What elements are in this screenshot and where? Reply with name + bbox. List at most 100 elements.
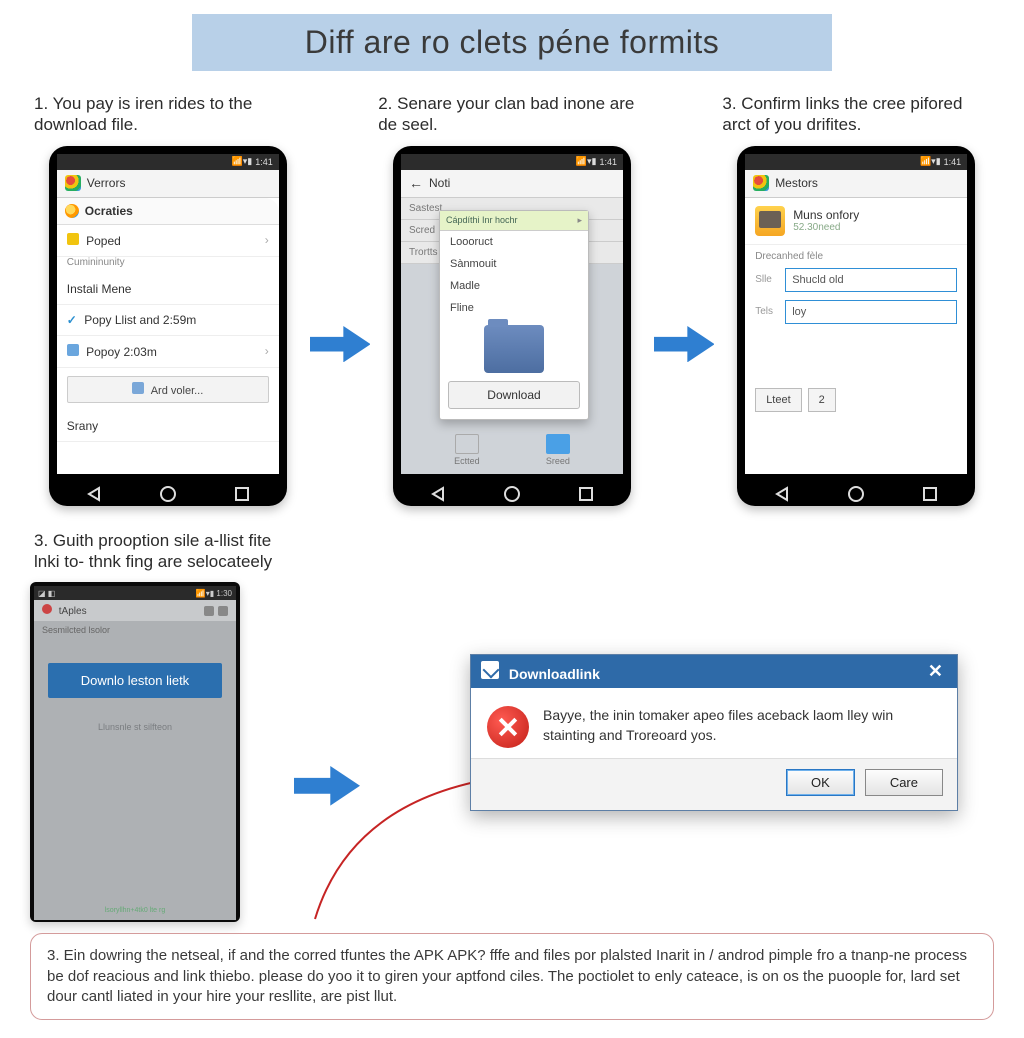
- arrow-right-icon: [654, 326, 715, 362]
- status-time: 1:41: [599, 157, 617, 167]
- appbar: Verrors: [57, 170, 279, 198]
- tiny-link[interactable]: lsoryllhn+4tk0 lte rg: [34, 907, 236, 914]
- dialog-title: Downloadlink: [509, 666, 600, 682]
- folder-icon: [546, 434, 570, 454]
- list-item[interactable]: Popoy 2:03m ›: [57, 336, 279, 368]
- download-link-button[interactable]: Downlo leston lietk: [48, 663, 222, 698]
- popup-title: Cápdíthi Inr hochr: [446, 215, 518, 226]
- list-item[interactable]: Poped ›: [57, 225, 279, 257]
- popup-option[interactable]: Madle: [440, 275, 588, 297]
- download-popup: Cápdíthi Inr hochr ▸ Loooruct Sànmouit M…: [439, 210, 589, 420]
- wifi-icon: 📶▾▮: [576, 156, 597, 167]
- item-sublabel: Cumininunity: [57, 257, 279, 274]
- nav-home-icon[interactable]: [847, 485, 865, 503]
- page-button[interactable]: 2: [808, 388, 836, 412]
- more-icon[interactable]: [218, 606, 228, 616]
- list-item[interactable]: Srany: [57, 411, 279, 442]
- tab-label: Sreed: [546, 456, 570, 466]
- close-icon[interactable]: ▸: [577, 215, 582, 226]
- page-title: Diff are ro clets péne formits: [192, 14, 832, 71]
- step3-caption: 3. Confirm links the cree pifored arct o…: [722, 93, 990, 136]
- appbar: Mestors: [745, 170, 967, 198]
- step1-caption: 1. You pay is iren rides to the download…: [34, 93, 302, 136]
- file-icon: [455, 434, 479, 454]
- error-icon: [487, 706, 529, 748]
- list-item[interactable]: ✓ Popy Llist and 2:59m: [57, 305, 279, 336]
- small-label: Sesmilcted lsolor: [34, 621, 236, 639]
- user-icon: [132, 382, 144, 394]
- care-button[interactable]: Care: [865, 769, 943, 796]
- field-input-2[interactable]: [785, 300, 957, 324]
- section-title: Ocraties: [85, 204, 133, 218]
- toolbar-title: tAples: [59, 606, 87, 617]
- field-label: Slle: [755, 274, 779, 285]
- list-item[interactable]: Instali Mene: [57, 274, 279, 305]
- field-input-1[interactable]: [785, 268, 957, 292]
- globe-icon: [65, 204, 79, 218]
- statusbar: 📶▾▮ 1:41: [401, 154, 623, 170]
- appbar: ← Noti: [401, 170, 623, 198]
- toolbar: tAples: [34, 600, 236, 621]
- chevron-right-icon: ›: [265, 344, 269, 358]
- step2-caption: 2. Senare your clan bad inone are de see…: [378, 93, 646, 136]
- step4-caption: 3. Guith prooption sile a-llist fite lnk…: [34, 530, 286, 573]
- refresh-icon: [67, 344, 79, 356]
- file-header: Muns onfory 52.30need: [745, 198, 967, 245]
- error-dialog: Downloadlink ✕ Bayye, the inin tomaker a…: [470, 654, 958, 811]
- app-title: Mestors: [775, 176, 818, 190]
- nav-back-icon[interactable]: [773, 485, 791, 503]
- arrow-right-icon: [310, 326, 371, 362]
- app-title: Noti: [429, 176, 450, 190]
- app-logo-icon: [65, 175, 81, 191]
- android-navbar[interactable]: [57, 474, 279, 514]
- tab-saved[interactable]: Sreed: [546, 434, 570, 466]
- back-icon[interactable]: ←: [409, 175, 423, 191]
- tab-label: Ectted: [454, 456, 480, 466]
- add-button[interactable]: Ard voler...: [67, 376, 269, 403]
- nav-back-icon[interactable]: [429, 485, 447, 503]
- field-label: Tels: [755, 306, 779, 317]
- phone-1: 📶▾▮ 1:41 Verrors Ocraties Poped ›: [49, 146, 287, 506]
- phone-4: ◪ ◧📶▾▮ 1:30 tAples Sesmilcted lsolor Dow…: [30, 582, 240, 922]
- file-name: Muns onfory: [793, 208, 859, 222]
- file-size: 52.30need: [793, 222, 859, 233]
- nav-recent-icon[interactable]: [921, 485, 939, 503]
- item-label: Poped: [86, 234, 121, 248]
- folder-icon: [484, 325, 544, 373]
- statusbar: ◪ ◧📶▾▮ 1:30: [34, 586, 236, 600]
- secondary-button[interactable]: Lteet: [755, 388, 801, 412]
- button-label: Ard voler...: [151, 385, 204, 397]
- android-navbar[interactable]: [401, 474, 623, 514]
- popup-option[interactable]: Loooruct: [440, 231, 588, 253]
- status-time: 1:41: [255, 157, 273, 167]
- download-button[interactable]: Download: [448, 381, 580, 409]
- ok-button[interactable]: OK: [786, 769, 855, 796]
- item-label: Popy Llist and 2:59m: [84, 313, 196, 327]
- status-time: 1:41: [944, 157, 962, 167]
- close-icon[interactable]: ✕: [924, 661, 947, 682]
- chevron-right-icon: ›: [265, 233, 269, 247]
- popup-option[interactable]: Sànmouit: [440, 253, 588, 275]
- popup-option[interactable]: Fline: [440, 297, 588, 319]
- nav-recent-icon[interactable]: [233, 485, 251, 503]
- wifi-icon: 📶▾▮: [920, 156, 941, 167]
- grid-icon[interactable]: [204, 606, 214, 616]
- phone-3: 📶▾▮ 1:41 Mestors Muns onfory 52.30need D…: [737, 146, 975, 506]
- download-link-icon: [481, 661, 499, 679]
- nav-home-icon[interactable]: [159, 485, 177, 503]
- item-label: Instali Mene: [67, 282, 132, 296]
- section-header[interactable]: Ocraties: [57, 198, 279, 225]
- app-logo-icon: [753, 175, 769, 191]
- person-icon: [67, 233, 79, 245]
- app-title: Verrors: [87, 176, 126, 190]
- dialog-message: Bayye, the inin tomaker apeo files aceba…: [543, 706, 941, 748]
- nav-home-icon[interactable]: [503, 485, 521, 503]
- android-navbar[interactable]: [745, 474, 967, 514]
- wifi-icon: 📶▾▮: [232, 156, 253, 167]
- item-label: Srany: [67, 419, 98, 433]
- statusbar: 📶▾▮ 1:41: [57, 154, 279, 170]
- section-label: Drecanhed fèle: [745, 245, 967, 264]
- nav-recent-icon[interactable]: [577, 485, 595, 503]
- tab-edited[interactable]: Ectted: [454, 434, 480, 466]
- nav-back-icon[interactable]: [85, 485, 103, 503]
